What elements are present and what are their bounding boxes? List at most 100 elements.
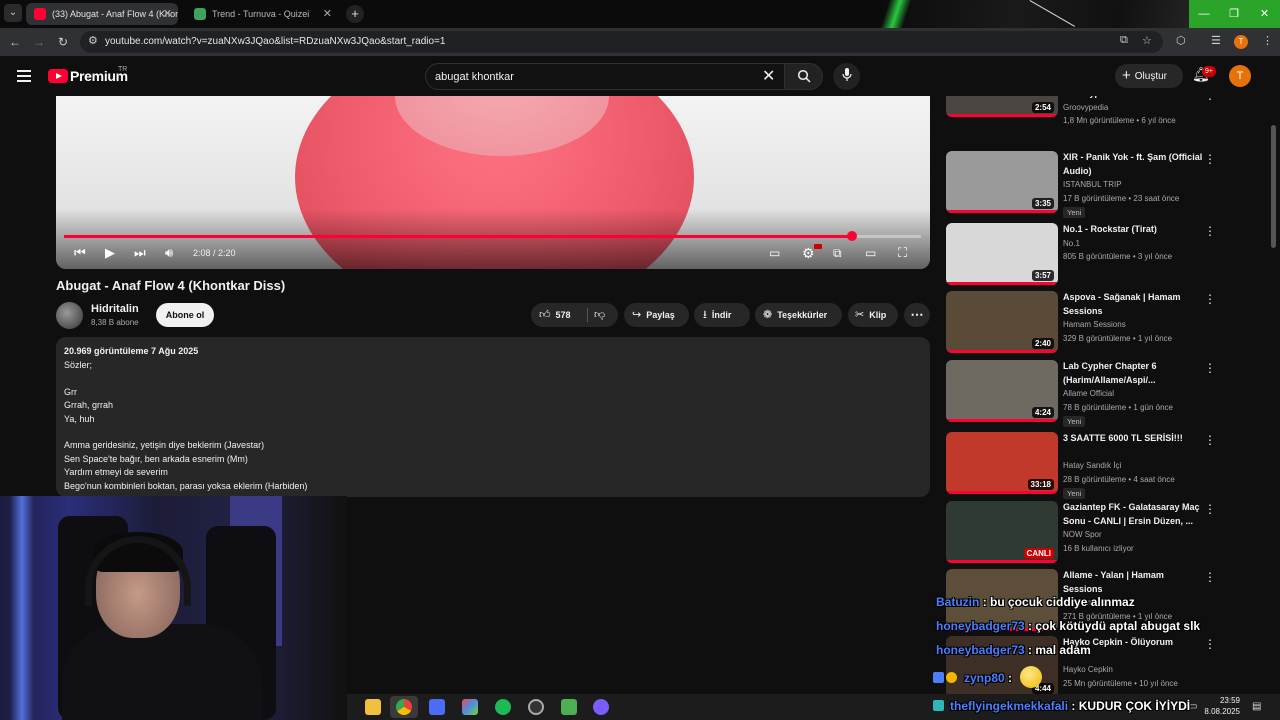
video-player[interactable]: ⏮︎ ▶ ⏭︎ 🔊︎ 2:08 / 2:20 ▭ ⚙ ⧉ ▭ ⛶	[56, 96, 930, 269]
volume-icon[interactable]: 🔊︎	[165, 243, 173, 263]
account-avatar[interactable]: T	[1229, 65, 1251, 87]
clip-button[interactable]: ✂ Klip	[848, 303, 898, 327]
more-options-icon[interactable]: ⋮	[1204, 152, 1216, 166]
country-code: TR	[118, 66, 128, 73]
related-video-channel[interactable]: Groovypedia	[1063, 103, 1108, 112]
chrome-icon[interactable]	[396, 699, 412, 715]
youtube-header: Premium TR abugat khontkar ✕ + Oluştur 🔔︎…	[0, 56, 1280, 96]
related-video-title[interactable]: No.1 - Rockstar (Tirat)	[1063, 223, 1203, 237]
video-thumbnail[interactable]: 3:35	[946, 151, 1058, 213]
notification-center-icon[interactable]: ▤	[1252, 701, 1261, 712]
back-icon[interactable]: ←	[7, 34, 23, 50]
more-options-icon[interactable]: ⋮	[1204, 502, 1216, 516]
related-video-channel[interactable]: ISTANBUL TRIP	[1063, 180, 1122, 189]
search-input[interactable]: abugat khontkar ✕	[425, 63, 785, 90]
address-bar[interactable]: ⚙ youtube.com/watch?v=zuaNXw3JQao&list=R…	[80, 31, 1163, 53]
related-video-title[interactable]: Allame - Yalan | Hamam Sessions	[1063, 569, 1203, 596]
thanks-button[interactable]: ❁ Teşekkürler	[755, 303, 842, 327]
related-video-title[interactable]: Groovypedia Studio Sessions	[1063, 96, 1203, 101]
miniplayer-icon[interactable]: ⧉	[833, 243, 842, 263]
file-explorer-icon[interactable]	[365, 699, 381, 715]
new-tab-button[interactable]: +	[346, 5, 364, 23]
related-video-title[interactable]: XIR - Panik Yok - ft. Şam (Official Audi…	[1063, 151, 1203, 178]
site-info-icon[interactable]: ⚙	[88, 34, 98, 47]
more-options-icon[interactable]: ⋮	[1204, 292, 1216, 306]
related-video-channel[interactable]: Hamam Sessions	[1063, 320, 1126, 329]
tab-quizei[interactable]: Trend - Turnuva - Quizei ✕	[186, 3, 338, 25]
fullscreen-icon[interactable]: ⛶	[898, 243, 907, 263]
related-video-channel[interactable]: Hatay Sandık İçi	[1063, 461, 1121, 470]
related-video-title[interactable]: Aspova - Sağanak | Hamam Sessions	[1063, 291, 1203, 318]
video-thumbnail[interactable]: CANLI	[946, 501, 1058, 563]
related-video-title[interactable]: Gaziantep FK - Galatasaray Maç Sonu - CA…	[1063, 501, 1203, 528]
description-box[interactable]: 20.969 görüntüleme 7 Ağu 2025 Sözler; Gr…	[56, 337, 930, 497]
close-window-button[interactable]: ✕	[1249, 0, 1280, 28]
maximize-button[interactable]: ❐	[1219, 0, 1249, 28]
taskbar-clock[interactable]: 23:59 8.08.2025	[1204, 695, 1240, 717]
video-thumbnail[interactable]: 3:57	[946, 223, 1058, 285]
play-icon[interactable]: ▶	[105, 243, 115, 263]
channel-avatar[interactable]	[56, 302, 83, 329]
related-video-channel[interactable]: Allame Official	[1063, 389, 1114, 398]
obs-icon[interactable]	[528, 699, 544, 715]
share-button[interactable]: ↪ Paylaş	[624, 303, 689, 327]
forward-icon[interactable]: →	[31, 34, 47, 50]
like-button[interactable]: 👍︎ 578	[539, 303, 571, 327]
chat-username: zynp80	[964, 671, 1005, 685]
settings-gear-icon[interactable]: ⚙	[802, 243, 815, 263]
related-video-title[interactable]: 3 SAATTE 6000 TL SERİSİ!!!	[1063, 432, 1203, 446]
media-control-icon[interactable]: ☰	[1211, 34, 1221, 47]
chat-message: Batuzin : bu çocuk ciddiye alınmaz	[936, 595, 1135, 609]
related-video-title[interactable]: Lab Cypher Chapter 6 (Harim/Allame/Aspi/…	[1063, 360, 1203, 387]
youtube-logo-icon[interactable]	[48, 69, 68, 83]
new-badge: Yeni	[1063, 488, 1086, 499]
progress-bar[interactable]	[64, 231, 921, 241]
install-app-icon[interactable]: ⧉	[1120, 34, 1128, 47]
video-thumbnail[interactable]: 2:54	[946, 96, 1058, 117]
more-options-icon[interactable]: ⋮	[1204, 361, 1216, 375]
related-video-channel[interactable]: Hayko Cepkin	[1063, 665, 1113, 674]
bookmark-star-icon[interactable]: ☆	[1142, 34, 1152, 47]
related-video-channel[interactable]: NOW Spor	[1063, 530, 1102, 539]
video-thumbnail[interactable]: 2:40	[946, 291, 1058, 353]
related-video-views: 17 B görüntüleme • 23 saat önce	[1063, 193, 1180, 203]
android-icon[interactable]	[561, 699, 577, 715]
browser-menu-icon[interactable]: ⋮	[1262, 34, 1273, 47]
related-video-channel[interactable]: No.1	[1063, 239, 1080, 248]
channel-name[interactable]: Hidritalin	[91, 303, 139, 315]
menu-icon[interactable]	[17, 70, 31, 82]
app-icon[interactable]	[462, 699, 478, 715]
create-button[interactable]: + Oluştur	[1115, 64, 1183, 88]
close-tab-icon[interactable]: ✕	[163, 3, 172, 25]
more-actions-icon[interactable]: ⋯	[904, 303, 930, 327]
voice-search-button[interactable]	[833, 63, 860, 90]
discord-icon[interactable]	[593, 699, 609, 715]
more-options-icon[interactable]: ⋮	[1204, 433, 1216, 447]
reload-icon[interactable]: ↻	[55, 34, 71, 50]
next-icon[interactable]: ⏭︎	[134, 243, 146, 263]
spotify-icon[interactable]	[495, 699, 511, 715]
thumbs-down-icon[interactable]: 👎︎	[594, 303, 605, 327]
theater-mode-icon[interactable]: ▭	[865, 243, 876, 263]
clear-search-icon[interactable]: ✕	[762, 64, 775, 90]
minimize-button[interactable]: —	[1189, 0, 1219, 28]
tab-youtube[interactable]: (33) Abugat - Anaf Flow 4 (Khontkar Diss…	[26, 3, 178, 25]
more-options-icon[interactable]: ⋮	[1204, 224, 1216, 238]
subtitles-icon[interactable]: ▭	[769, 243, 780, 263]
more-options-icon[interactable]: ⋮	[1204, 570, 1216, 584]
tab-search-icon[interactable]: ⌄	[4, 4, 22, 22]
video-thumbnail[interactable]: 33:18	[946, 432, 1058, 494]
more-options-icon[interactable]: ⋮	[1204, 96, 1216, 102]
download-button[interactable]: ⭳ İndir	[694, 303, 750, 327]
calculator-icon[interactable]	[429, 699, 445, 715]
browser-profile-avatar[interactable]: T	[1234, 35, 1248, 49]
subscribe-button[interactable]: Abone ol	[156, 303, 214, 327]
search-button[interactable]	[785, 63, 823, 90]
extensions-icon[interactable]: ⬡	[1176, 34, 1186, 47]
more-options-icon[interactable]: ⋮	[1204, 637, 1216, 651]
previous-icon[interactable]: ⏮︎	[74, 243, 86, 263]
tab-title: (33) Abugat - Anaf Flow 4 (Khontkar Diss…	[52, 9, 178, 19]
sidebar-scrollbar[interactable]	[1271, 125, 1276, 248]
video-thumbnail[interactable]: 4:24	[946, 360, 1058, 422]
close-tab-icon[interactable]: ✕	[323, 3, 332, 25]
